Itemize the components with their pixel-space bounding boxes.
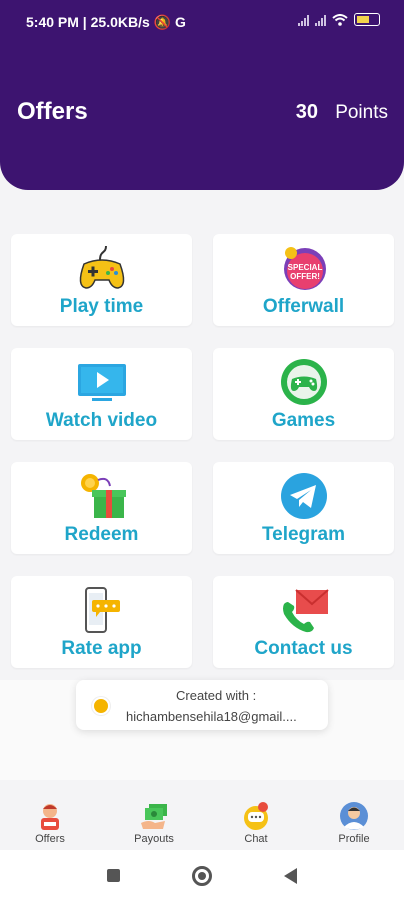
nav-chat[interactable]: Chat	[216, 795, 296, 845]
status-bar: 5:40 PM | 25.0KB/s 🔕 G	[0, 0, 404, 44]
game-controller-icon	[280, 359, 327, 405]
page-title: Offers	[17, 98, 88, 125]
svg-text:SPECIAL: SPECIAL	[287, 263, 322, 272]
nav-profile[interactable]: Profile	[314, 795, 394, 845]
contact-us-card[interactable]: Contact us	[213, 576, 394, 668]
recents-button[interactable]	[107, 869, 120, 882]
profile-avatar-icon	[340, 802, 368, 830]
rate-app-card[interactable]: Rate app	[11, 576, 192, 668]
card-label: Redeem	[64, 524, 139, 545]
card-label: Telegram	[261, 524, 346, 545]
nav-label: Payouts	[134, 833, 174, 845]
coin-icon	[92, 697, 110, 715]
nav-label: Offers	[35, 833, 65, 845]
telegram-card[interactable]: Telegram	[213, 462, 394, 554]
signal-icon	[315, 14, 326, 26]
svg-text:OFFER!: OFFER!	[290, 272, 320, 281]
back-button[interactable]	[284, 868, 297, 884]
redeem-card[interactable]: Redeem	[11, 462, 192, 554]
offerwall-card[interactable]: SPECIAL OFFER! Offerwall	[213, 234, 394, 326]
gamepad-icon	[79, 245, 124, 289]
watch-video-card[interactable]: Watch video	[11, 348, 192, 440]
nav-offers[interactable]: Offers	[10, 795, 90, 845]
home-button[interactable]	[192, 866, 212, 886]
wifi-icon	[332, 13, 348, 26]
special-offer-icon: SPECIAL OFFER!	[283, 247, 326, 290]
payouts-icon	[141, 804, 167, 829]
telegram-icon	[280, 473, 327, 519]
nav-label: Profile	[338, 833, 370, 845]
status-icons	[298, 13, 380, 26]
card-label: Games	[271, 410, 336, 431]
card-label: Rate app	[61, 638, 142, 659]
play-time-card[interactable]: Play time	[11, 234, 192, 326]
points-label: Points	[335, 102, 388, 123]
phone-rating-icon	[84, 587, 120, 633]
google-icon: G	[175, 14, 186, 30]
nav-payouts[interactable]: Payouts	[114, 795, 194, 845]
created-with-toast[interactable]: Created with : hichambensehila18@gmail..…	[76, 680, 328, 730]
bottom-navigation: Offers Payouts Chat Profile	[0, 795, 404, 850]
toast-line-1: Created with :	[176, 688, 257, 703]
app-header: 5:40 PM | 25.0KB/s 🔕 G Offers 30 Points	[0, 0, 404, 190]
video-icon	[77, 364, 126, 401]
toast-line-2: hichambensehila18@gmail....	[126, 709, 297, 724]
games-card[interactable]: Games	[213, 348, 394, 440]
points-value: 30	[295, 101, 318, 123]
gift-icon	[80, 474, 126, 518]
card-label: Watch video	[45, 410, 158, 431]
card-label: Play time	[59, 296, 144, 317]
signal-icon	[298, 14, 309, 26]
card-label: Offerwall	[262, 296, 345, 317]
chat-icon	[244, 802, 268, 830]
contact-icon	[282, 589, 329, 633]
system-navigation-bar	[0, 850, 404, 900]
offers-avatar-icon	[41, 804, 59, 830]
card-label: Contact us	[254, 638, 353, 659]
battery-icon	[354, 13, 380, 26]
nav-label: Chat	[244, 833, 268, 845]
status-time: 5:40 PM | 25.0KB/s 🔕 G	[26, 14, 186, 30]
